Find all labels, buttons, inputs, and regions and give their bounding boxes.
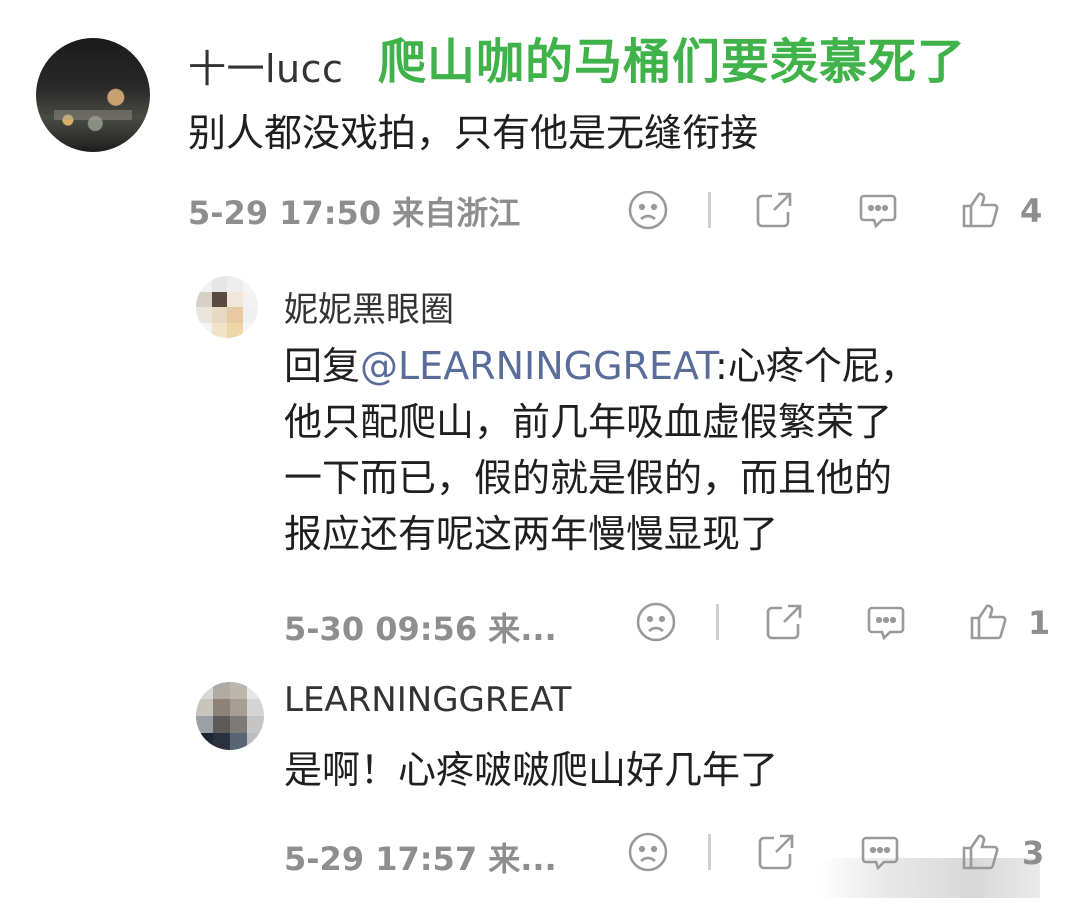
avatar[interactable] bbox=[36, 38, 150, 152]
share-icon[interactable] bbox=[762, 600, 806, 644]
dislike-face-icon[interactable] bbox=[634, 600, 678, 644]
comment-text: 别人都没戏拍，只有他是无缝衔接 bbox=[188, 111, 759, 155]
comment-icon[interactable] bbox=[864, 600, 908, 644]
like-count: 1 bbox=[1028, 604, 1051, 642]
thumbs-up-icon[interactable] bbox=[966, 600, 1010, 644]
dislike-face-icon[interactable] bbox=[626, 830, 670, 874]
share-icon[interactable] bbox=[754, 830, 798, 874]
comment-meta: 5-29 17:50 来自浙江 bbox=[188, 194, 521, 232]
like-count: 3 bbox=[1022, 834, 1045, 872]
reply-line: 一下而已，假的就是假的，而且他的 bbox=[284, 456, 893, 500]
divider bbox=[708, 834, 711, 870]
reply-text: 回复@LEARNINGGREAT:心疼个屁， 他只配爬山，前几年吸血虚假繁荣了 … bbox=[284, 338, 918, 562]
reply-line: 报应还有呢这两年慢慢显现了 bbox=[284, 512, 779, 556]
like-count: 4 bbox=[1020, 192, 1043, 230]
reply-line-1-rest: :心疼个屁， bbox=[715, 344, 918, 388]
username[interactable]: 十一lucc bbox=[188, 38, 343, 93]
reply-text: 是啊！心疼啵啵爬山好几年了 bbox=[284, 748, 779, 792]
share-icon[interactable] bbox=[752, 188, 796, 232]
divider bbox=[708, 192, 711, 228]
thumbs-up-icon[interactable] bbox=[958, 830, 1002, 874]
comment-icon[interactable] bbox=[856, 188, 900, 232]
username[interactable]: 妮妮黑眼圈 bbox=[284, 282, 454, 331]
username[interactable]: LEARNINGGREAT bbox=[284, 680, 571, 720]
dislike-face-icon[interactable] bbox=[626, 188, 670, 232]
reply-prefix: 回复 bbox=[284, 344, 361, 388]
comment-meta: 5-30 09:56 来... bbox=[284, 610, 557, 648]
watermark-overlay bbox=[820, 858, 1040, 898]
headline-caption: 爬山咖的马桶们要羡慕死了 bbox=[378, 34, 967, 90]
thumbs-up-icon[interactable] bbox=[958, 188, 1002, 232]
comment-meta: 5-29 17:57 来... bbox=[284, 840, 557, 878]
reply-line: 他只配爬山，前几年吸血虚假繁荣了 bbox=[284, 400, 893, 444]
avatar[interactable] bbox=[196, 276, 258, 338]
mention-link[interactable]: @LEARNINGGREAT bbox=[360, 344, 715, 388]
avatar[interactable] bbox=[196, 682, 264, 750]
divider bbox=[716, 604, 719, 640]
comment-icon[interactable] bbox=[858, 830, 902, 874]
